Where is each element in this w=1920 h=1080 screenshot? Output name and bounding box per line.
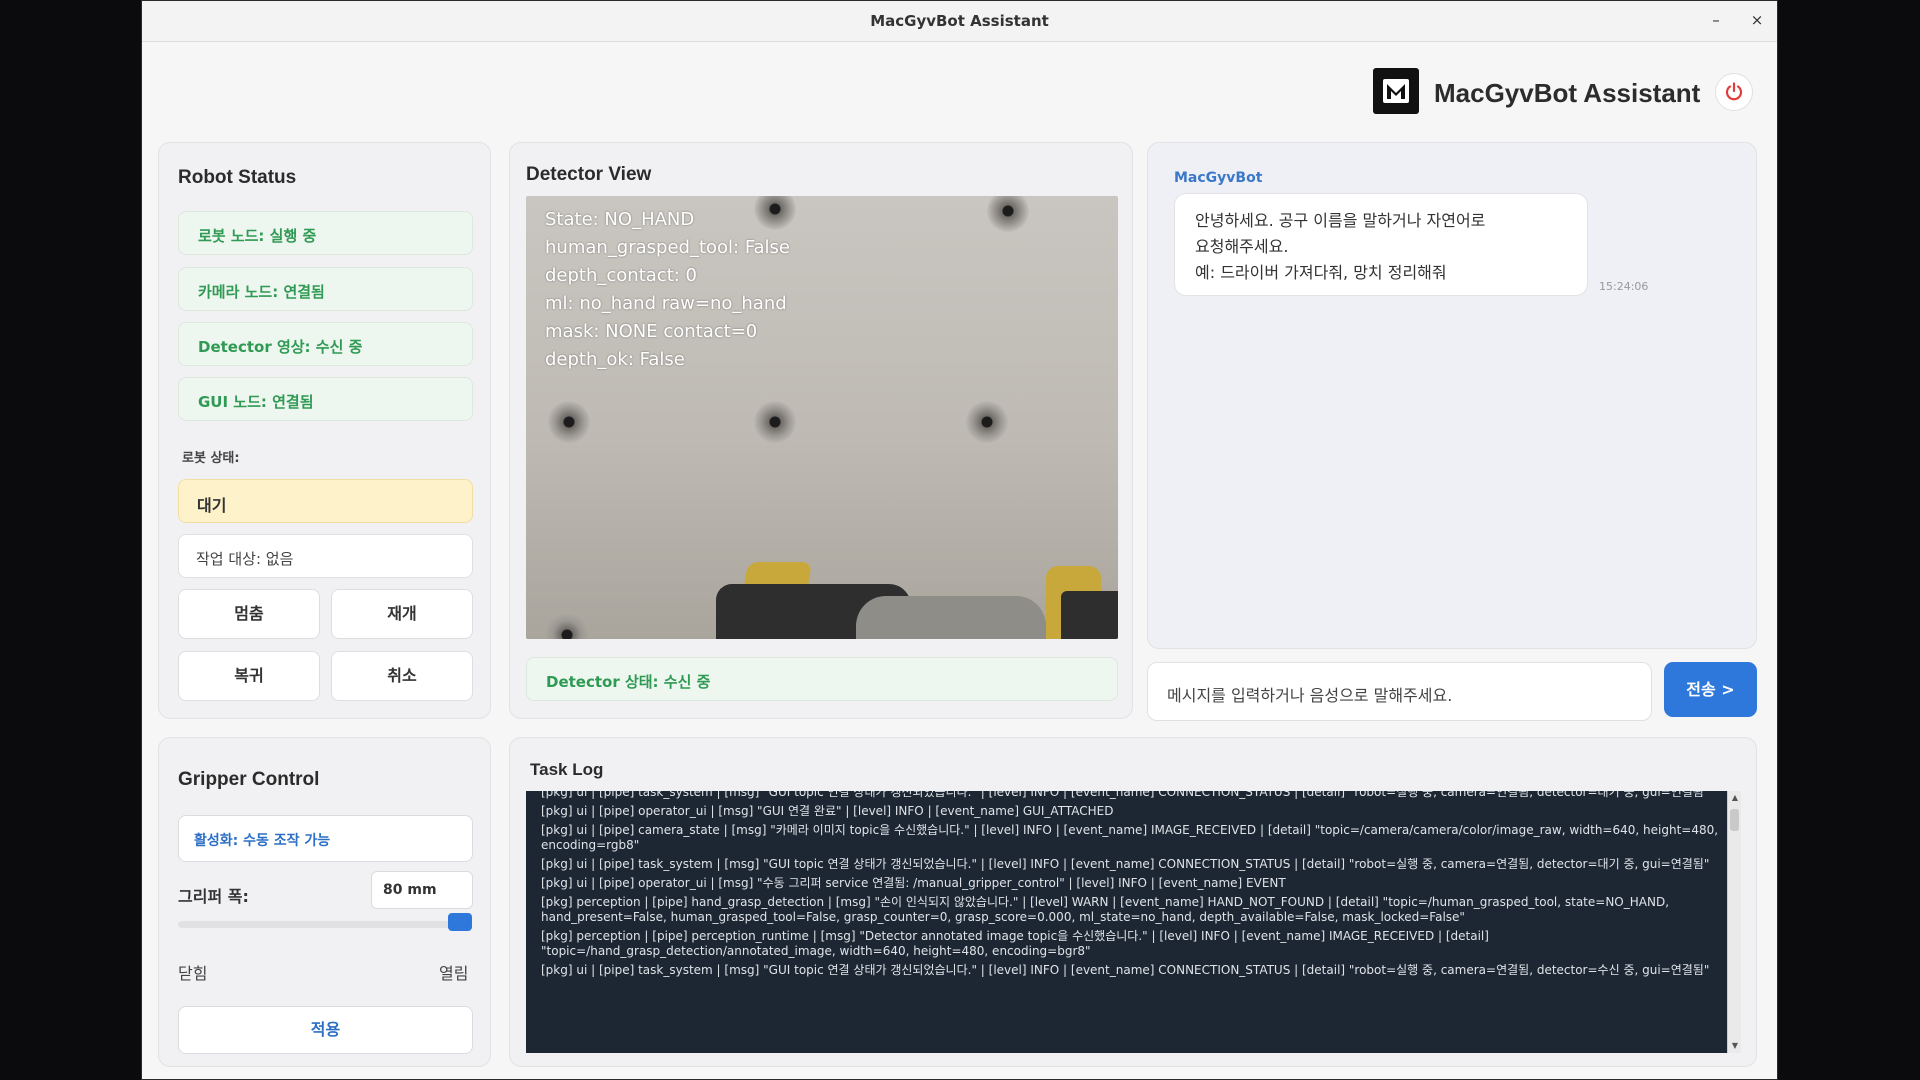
power-icon [1725,82,1743,101]
overlay-mask: mask: NONE contact=0 [545,321,758,342]
send-button[interactable]: 전송 > [1664,662,1757,717]
resume-button[interactable]: 재개 [331,589,473,639]
log-line: [pkg] ui | [pipe] task_system | [msg] "G… [541,963,1710,977]
chat-sender-name: MacGyvBot [1174,170,1263,186]
minimize-button[interactable]: – [1705,9,1727,31]
apply-button[interactable]: 적용 [178,1006,473,1054]
gripper-width-input[interactable]: 80 mm [371,871,473,909]
chat-message-line: 안녕하세요. 공구 이름을 말하거나 자연어로 [1195,211,1486,230]
task-log-panel: Task Log [pkg] ui | [pipe] task_system |… [509,737,1757,1067]
gripper-width-slider-handle[interactable] [448,913,472,931]
chat-message-time: 15:24:06 [1599,280,1649,293]
detector-stream-status: Detector 영상: 수신 중 [178,322,473,366]
robot-node-status: 로봇 노드: 실행 중 [178,211,473,255]
task-log-output[interactable]: [pkg] ui | [pipe] task_system | [msg] "G… [526,791,1741,1053]
log-line: [pkg] perception | [pipe] perception_run… [541,929,1489,958]
overlay-human-grasped-tool: human_grasped_tool: False [545,237,791,258]
gripper-width-slider[interactable] [178,921,468,928]
overlay-ml: ml: no_hand raw=no_hand [545,293,787,314]
window-title: MacGyvBot Assistant [870,12,1049,30]
cancel-button[interactable]: 취소 [331,651,473,701]
detector-view-panel: Detector View State: NO_HAND human_grasp… [509,142,1133,719]
desktop-background-left [0,0,141,1080]
overlay-state: State: NO_HAND [545,209,695,230]
stop-button[interactable]: 멈춤 [178,589,320,639]
scroll-up-icon[interactable]: ▲ [1728,791,1741,805]
task-log-scrollbar[interactable]: ▲ ▼ [1727,791,1741,1053]
board-hole [754,196,796,230]
robot-state-value: 대기 [178,479,473,523]
detector-view-title: Detector View [526,164,652,185]
home-button[interactable]: 복귀 [178,651,320,701]
log-line: [pkg] ui | [pipe] task_system | [msg] "G… [541,791,1710,799]
gui-node-status: GUI 노드: 연결됨 [178,377,473,421]
scroll-thumb[interactable] [1730,809,1739,831]
app-logo [1373,68,1419,114]
gripper-arm [856,596,1046,639]
gripper-control-panel: Gripper Control 활성화: 수동 조작 가능 그리퍼 폭: 80 … [158,737,491,1067]
chat-message-line: 요청해주세요. [1195,237,1289,256]
log-line: [pkg] perception | [pipe] hand_grasp_det… [541,895,1670,924]
chat-message-input[interactable]: 메시지를 입력하거나 음성으로 말해주세요. [1147,662,1652,721]
detector-video-feed: State: NO_HAND human_grasped_tool: False… [526,196,1118,639]
app-title: MacGyvBot Assistant [1434,78,1701,108]
log-line: [pkg] ui | [pipe] camera_state | [msg] "… [541,823,1719,852]
gripper-width-label: 그리퍼 폭: [178,887,249,906]
log-line: [pkg] ui | [pipe] operator_ui | [msg] "수… [541,876,1286,890]
robot-state-label: 로봇 상태: [182,451,240,466]
board-hole [966,401,1008,443]
board-hole [546,614,588,639]
power-button[interactable] [1715,73,1753,111]
gripper-jaw [1061,591,1118,639]
app-window: MacGyvBot Assistant – × MacGyvBot Assist… [141,0,1778,1080]
gripper-closed-label: 닫힘 [178,964,208,983]
gripper-mode-status: 활성화: 수동 조작 가능 [178,815,473,862]
task-log-title: Task Log [530,760,604,779]
desktop-background-right [1778,0,1920,1080]
chat-panel: MacGyvBot 안녕하세요. 공구 이름을 말하거나 자연어로 요청해주세요… [1147,142,1757,649]
task-log-lines: [pkg] ui | [pipe] task_system | [msg] "G… [541,791,1721,982]
board-hole [987,196,1029,232]
window-titlebar[interactable]: MacGyvBot Assistant – × [142,1,1777,42]
logo-icon [1383,79,1409,103]
gripper-control-title: Gripper Control [178,769,320,790]
gripper-open-label: 열림 [439,964,469,983]
log-line: [pkg] ui | [pipe] task_system | [msg] "G… [541,857,1710,871]
log-line: [pkg] ui | [pipe] operator_ui | [msg] "G… [541,804,1114,818]
board-hole [754,401,796,443]
scroll-down-icon[interactable]: ▼ [1728,1039,1741,1053]
chat-message-bubble: 안녕하세요. 공구 이름을 말하거나 자연어로 요청해주세요. 예: 드라이버 … [1174,193,1588,296]
board-hole [548,401,590,443]
close-button[interactable]: × [1746,9,1768,31]
robot-status-panel: Robot Status 로봇 노드: 실행 중 카메라 노드: 연결됨 Det… [158,142,491,719]
robot-status-title: Robot Status [178,167,297,188]
detector-status: Detector 상태: 수신 중 [526,657,1118,701]
app-header: MacGyvBot Assistant [142,42,1777,142]
chat-message-line: 예: 드라이버 가져다줘, 망치 정리해줘 [1195,263,1447,282]
overlay-depth-contact: depth_contact: 0 [545,265,697,286]
overlay-depth-ok: depth_ok: False [545,349,685,370]
task-target: 작업 대상: 없음 [178,534,473,578]
camera-node-status: 카메라 노드: 연결됨 [178,267,473,311]
